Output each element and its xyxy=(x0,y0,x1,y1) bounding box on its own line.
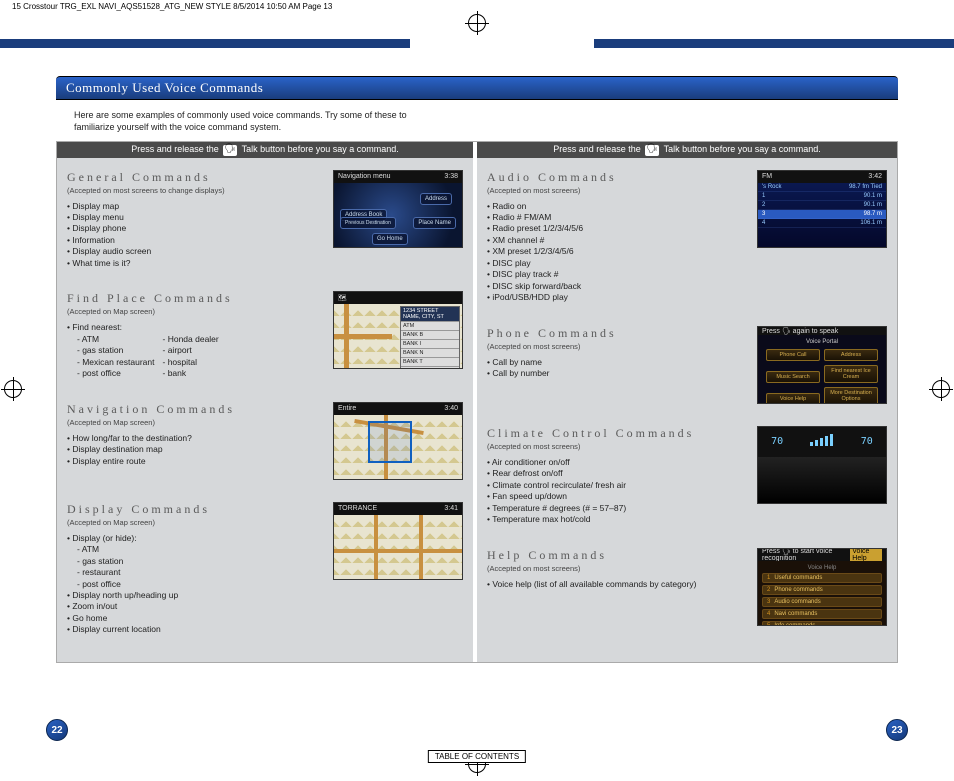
screenshot-map-search: 🗺 1234 STREET NAME, CITY, ST ATM BANK B … xyxy=(333,291,463,369)
cmd-item: XM channel # xyxy=(487,235,747,246)
registration-mark xyxy=(4,380,22,398)
cmd-item: Information xyxy=(67,235,323,246)
print-header: 15 Crosstour TRG_EXL NAVI_AQS51528_ATG_N… xyxy=(12,2,332,11)
hint-bar: Press and release the Talk button before… xyxy=(57,142,473,157)
page-number-right: 23 xyxy=(886,719,908,741)
cmd-item: Display phone xyxy=(67,223,323,234)
cmd-item: DISC skip forward/back xyxy=(487,281,747,292)
cmd-item: Display menu xyxy=(67,212,323,223)
cmd-item: post office xyxy=(77,579,323,590)
block-title: Audio Commands xyxy=(487,170,747,185)
screenshot-climate: 70 70 xyxy=(757,426,887,504)
block-subtitle: (Accepted on most screens to change disp… xyxy=(67,186,323,195)
cmd-item: Temperature # degrees (# = 57–87) xyxy=(487,503,747,514)
block-title: Climate Control Commands xyxy=(487,426,747,441)
navigation-commands: Navigation Commands (Accepted on Map scr… xyxy=(67,402,463,480)
cmd-item: ATM xyxy=(77,544,323,555)
cmd-item: Display map xyxy=(67,201,323,212)
cmd-item: Radio on xyxy=(487,201,747,212)
find-place-commands: Find Place Commands (Accepted on Map scr… xyxy=(67,291,463,379)
cmd-item: DISC play track # xyxy=(487,269,747,280)
screenshot-voice-portal: Press 🗣 again to speak Voice Portal Phon… xyxy=(757,326,887,404)
cmd-item: Go home xyxy=(67,613,323,624)
cmd-item: gas station xyxy=(77,556,323,567)
registration-mark xyxy=(932,380,950,398)
cmd-item: Rear defrost on/off xyxy=(487,468,747,479)
climate-commands: Climate Control Commands (Accepted on mo… xyxy=(487,426,887,526)
help-commands: Help Commands (Accepted on most screens)… xyxy=(487,548,887,626)
cmd-item: Honda dealer xyxy=(163,334,219,345)
cmd-item: Voice help (list of all available comman… xyxy=(487,579,747,590)
toc-link[interactable]: TABLE OF CONTENTS xyxy=(428,750,526,763)
block-title: Find Place Commands xyxy=(67,291,323,306)
cmd-item: How long/far to the destination? xyxy=(67,433,323,444)
phone-commands: Phone Commands (Accepted on most screens… xyxy=(487,326,887,404)
talk-icon xyxy=(223,145,237,156)
cmd-item: What time is it? xyxy=(67,258,323,269)
cmd-item: restaurant xyxy=(77,567,323,578)
cmd-item: Air conditioner on/off xyxy=(487,457,747,468)
content-box: Press and release the Talk button before… xyxy=(56,141,898,663)
block-subtitle: (Accepted on Map screen) xyxy=(67,418,323,427)
block-title: Phone Commands xyxy=(487,326,747,341)
cmd-item: Display destination map xyxy=(67,444,323,455)
cmd-item: Radio preset 1/2/3/4/5/6 xyxy=(487,223,747,234)
block-title: Help Commands xyxy=(487,548,747,563)
intro-text: Here are some examples of commonly used … xyxy=(74,110,434,133)
talk-icon xyxy=(645,145,659,156)
cmd-item: Call by number xyxy=(487,368,747,379)
screenshot-voice-help: Press 🗣 to start voice recognitionVoice … xyxy=(757,548,887,626)
block-subtitle: (Accepted on Map screen) xyxy=(67,518,323,527)
cmd-item: airport xyxy=(163,345,219,356)
cmd-item: post office xyxy=(77,368,155,379)
block-subtitle: (Accepted on most screens) xyxy=(487,186,747,195)
left-column: Press and release the Talk button before… xyxy=(57,142,477,662)
block-title: Display Commands xyxy=(67,502,323,517)
cmd-item: Display (or hide): xyxy=(67,533,323,544)
block-subtitle: (Accepted on most screens) xyxy=(487,564,747,573)
top-blue-bars xyxy=(0,39,954,48)
general-commands: General Commands (Accepted on most scree… xyxy=(67,170,463,270)
cmd-item: Find nearest: xyxy=(67,322,323,333)
screenshot-audio-fm: FM3:42 's Rock98.7 fm Tied 190.1 m 290.1… xyxy=(757,170,887,248)
screenshot-map-route: Entire3:40 xyxy=(333,402,463,480)
block-subtitle: (Accepted on Map screen) xyxy=(67,307,323,316)
cmd-item: iPod/USB/HDD play xyxy=(487,292,747,303)
screenshot-map-display: TORRANCE3:41 xyxy=(333,502,463,580)
cmd-item: Mexican restaurant xyxy=(77,357,155,368)
cmd-item: bank xyxy=(163,368,219,379)
display-commands: Display Commands (Accepted on Map screen… xyxy=(67,502,463,636)
cmd-item: Climate control recirculate/ fresh air xyxy=(487,480,747,491)
cmd-item: Zoom in/out xyxy=(67,601,323,612)
cmd-item: XM preset 1/2/3/4/5/6 xyxy=(487,246,747,257)
cmd-item: ATM xyxy=(77,334,155,345)
registration-mark xyxy=(468,14,486,32)
cmd-item: Display north up/heading up xyxy=(67,590,323,601)
cmd-item: Call by name xyxy=(487,357,747,368)
screenshot-nav-menu: Navigation menu3:38 Address Address Book… xyxy=(333,170,463,248)
cmd-item: hospital xyxy=(163,357,219,368)
section-title: Commonly Used Voice Commands xyxy=(56,76,898,100)
audio-commands: Audio Commands (Accepted on most screens… xyxy=(487,170,887,304)
cmd-item: DISC play xyxy=(487,258,747,269)
page-number-left: 22 xyxy=(46,719,68,741)
block-title: Navigation Commands xyxy=(67,402,323,417)
cmd-item: Display current location xyxy=(67,624,323,635)
right-column: Press and release the Talk button before… xyxy=(477,142,897,662)
cmd-item: Temperature max hot/cold xyxy=(487,514,747,525)
cmd-item: Fan speed up/down xyxy=(487,491,747,502)
cmd-item: Radio # FM/AM xyxy=(487,212,747,223)
cmd-item: Display audio screen xyxy=(67,246,323,257)
block-subtitle: (Accepted on most screens) xyxy=(487,442,747,451)
block-title: General Commands xyxy=(67,170,323,185)
cmd-item: Display entire route xyxy=(67,456,323,467)
cmd-item: gas station xyxy=(77,345,155,356)
hint-bar: Press and release the Talk button before… xyxy=(477,142,897,157)
block-subtitle: (Accepted on most screens) xyxy=(487,342,747,351)
